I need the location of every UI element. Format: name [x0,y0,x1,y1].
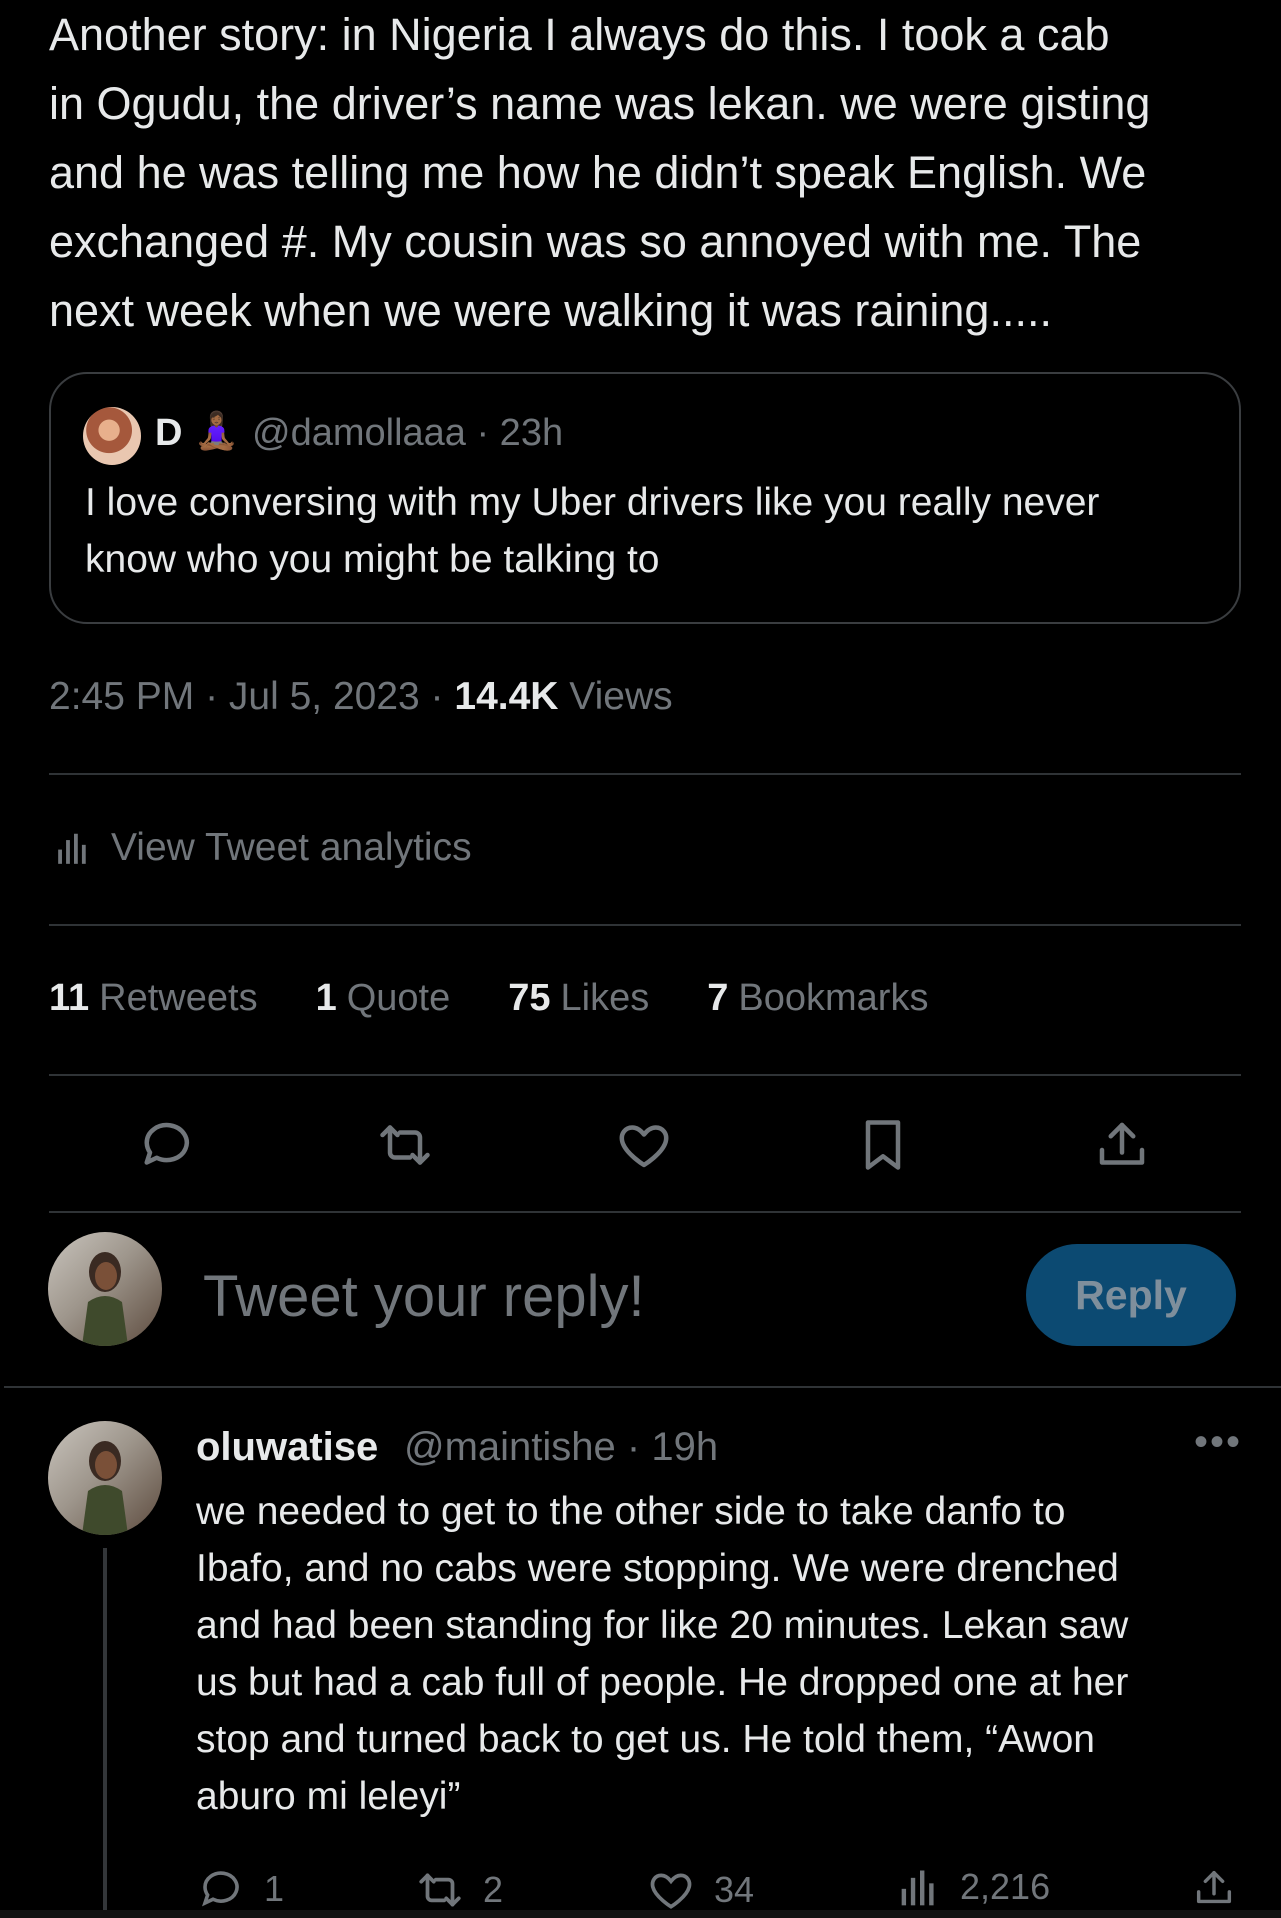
divider [4,1386,1281,1388]
reply-text: we needed to get to the other side to ta… [196,1490,1129,1818]
retweet-icon [419,1873,461,1907]
reply-replies-button[interactable]: 1 [198,1865,284,1913]
bottom-divider [0,1910,1281,1918]
reply-author-avatar[interactable] [48,1421,162,1535]
views-label: Views [558,675,673,718]
reply-likes-button[interactable]: 34 [646,1865,754,1915]
bookmark-icon[interactable] [853,1115,913,1175]
reply-replies-count: 1 [264,1868,285,1909]
reply-icon[interactable] [138,1115,198,1175]
quotes-stat[interactable]: 1 Quote [316,977,451,1020]
view-analytics-link[interactable]: View Tweet analytics [55,826,472,870]
reply-input[interactable]: Tweet your reply! [203,1263,645,1330]
current-user-avatar[interactable] [48,1232,162,1346]
avatar-photo [82,1252,128,1346]
analytics-icon [58,833,86,864]
share-icon[interactable] [1092,1115,1152,1175]
tweet-timestamp-row: 2:45 PM · Jul 5, 2023 · 14.4K Views [49,675,673,719]
reply-views-count: 2,216 [960,1866,1051,1907]
reply-button[interactable]: Reply [1026,1244,1236,1346]
share-icon [1196,1870,1232,1904]
like-icon[interactable] [614,1115,674,1175]
reply-share-button[interactable] [1191,1865,1237,1911]
tweet-timestamp[interactable]: 2:45 PM · Jul 5, 2023 · [49,675,454,718]
thread-line [103,1548,107,1918]
divider [49,924,1241,926]
views-count: 14.4K [454,675,559,718]
reply-retweets-button[interactable]: 2 [415,1865,503,1915]
divider [49,1211,1241,1213]
reply-author-meta: @maintishe · 19h [404,1425,719,1469]
avatar-photo [82,1441,128,1535]
reply-icon [201,1871,239,1907]
divider [49,773,1241,775]
quoted-author-avatar[interactable] [83,407,141,465]
reply-views-button[interactable]: 2,216 [898,1865,1050,1909]
reply-author-name[interactable]: oluwatise [196,1425,378,1470]
retweet-icon[interactable] [375,1115,435,1175]
likes-stat[interactable]: 75 Likes [508,977,649,1020]
divider [49,1074,1241,1076]
bookmarks-stat[interactable]: 7 Bookmarks [707,977,928,1020]
analytics-label: View Tweet analytics [111,826,472,869]
retweets-stat[interactable]: 11 Retweets [49,977,258,1020]
reply-likes-count: 34 [714,1869,755,1910]
quoted-author-name[interactable]: D [155,412,182,455]
like-icon [650,1873,692,1909]
more-icon[interactable]: ••• [1194,1420,1242,1465]
tweet-text: Another story: in Nigeria I always do th… [49,9,1151,336]
quoted-author-emoji: 🧘🏾‍♀️ [194,410,239,451]
quoted-author-meta: @damollaaa · 23h [252,412,564,454]
engagement-stats: 11 Retweets 1 Quote 75 Likes 7 Bookmarks [49,977,928,1020]
reply-retweets-count: 2 [483,1869,504,1910]
analytics-icon [901,1870,934,1906]
quoted-tweet-text: I love conversing with my Uber drivers l… [85,481,1100,581]
